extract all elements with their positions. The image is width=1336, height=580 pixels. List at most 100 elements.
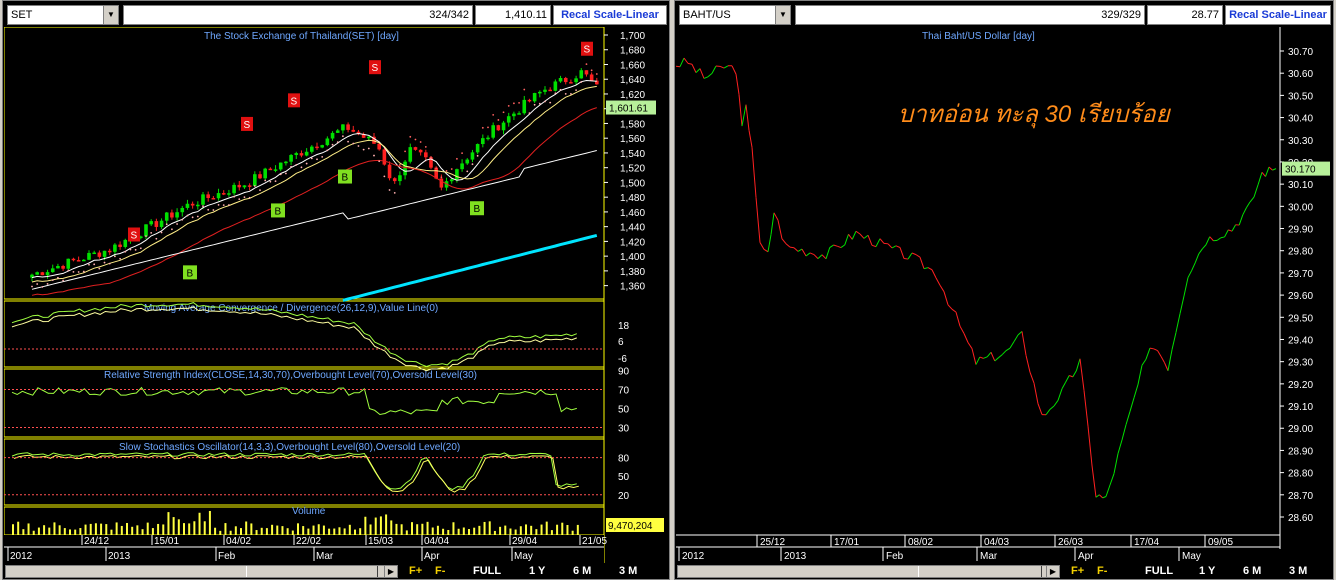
price-segment: [848, 233, 853, 240]
scrollbar-thumb[interactable]: [246, 566, 378, 577]
three-month-button[interactable]: 3 M: [619, 564, 637, 578]
volume-bar: [369, 524, 372, 535]
price-segment: [1121, 424, 1127, 441]
volume-bar: [405, 530, 408, 535]
volume-bar: [411, 522, 413, 535]
chevron-down-icon[interactable]: ▼: [103, 6, 118, 24]
y-tick-label: 1,540: [620, 149, 645, 160]
candle-body: [45, 272, 50, 276]
candle-body: [424, 152, 428, 158]
candle-body: [413, 147, 418, 150]
zoom-out-button[interactable]: F-: [1097, 564, 1107, 578]
candle-body: [455, 169, 459, 180]
full-button[interactable]: FULL: [1145, 564, 1173, 578]
one-year-button[interactable]: 1 Y: [529, 564, 545, 578]
price-segment: [679, 57, 685, 67]
candle-body: [299, 153, 304, 156]
sar-dot: [228, 204, 230, 206]
sar-dot: [72, 270, 75, 273]
symbol-select[interactable]: BAHT/US ▼: [679, 5, 791, 25]
volume-title: Volume: [292, 506, 326, 517]
chevron-down-icon[interactable]: ▼: [775, 6, 790, 24]
candle-body: [496, 125, 501, 131]
price-segment: [1001, 350, 1007, 355]
buy-signal-label: B: [342, 173, 349, 184]
candle-body: [589, 74, 594, 81]
sar-dot: [264, 179, 267, 182]
volume-bar: [22, 529, 25, 535]
volume-bar: [436, 525, 439, 535]
zoom-out-button[interactable]: F-: [435, 564, 445, 578]
zoom-in-button[interactable]: F+: [1071, 564, 1084, 578]
baht-chart-canvas[interactable]: Thai Baht/US Dollar [day] 30.70 30.60 30.50…: [676, 27, 1332, 565]
sar-dot: [357, 145, 360, 147]
volume-bar: [224, 523, 227, 535]
sar-dot: [570, 93, 572, 95]
price-segment: [911, 252, 917, 256]
scroll-right-icon[interactable]: ▶: [384, 565, 398, 578]
six-month-button[interactable]: 6 M: [573, 564, 591, 578]
six-month-button[interactable]: 6 M: [1243, 564, 1261, 578]
sar-dot: [202, 205, 204, 208]
sar-dot: [595, 73, 598, 75]
sar-dot: [134, 248, 137, 251]
sar-dot: [445, 169, 448, 172]
horizontal-scrollbar[interactable]: [5, 565, 385, 578]
price-segment: [759, 242, 765, 250]
recal-scale-button[interactable]: Recal Scale-Linear: [553, 5, 667, 25]
price-segment: [1272, 168, 1277, 171]
symbol-value: SET: [11, 9, 33, 21]
one-year-button[interactable]: 1 Y: [1199, 564, 1215, 578]
price-segment: [751, 147, 757, 198]
symbol-select[interactable]: SET ▼: [7, 5, 119, 25]
price-segment: [1171, 332, 1177, 350]
price-segment: [879, 238, 885, 244]
price-segment: [1202, 244, 1207, 250]
sar-dot: [559, 88, 562, 91]
candle-body: [486, 137, 490, 140]
volume-bar: [53, 522, 56, 535]
price-segment: [1265, 166, 1270, 177]
sar-dot: [88, 263, 90, 266]
candle-body: [170, 212, 174, 218]
volume-bar: [84, 524, 87, 535]
horizontal-scrollbar[interactable]: [677, 565, 1047, 578]
count-value: 324/342: [429, 9, 469, 21]
volume-bar: [79, 528, 82, 535]
y-tick-label: 1,440: [620, 223, 645, 234]
y-tick-label: 30.00: [1288, 202, 1313, 213]
ma-red-line: [31, 107, 597, 296]
scrollbar-thumb[interactable]: [918, 566, 1042, 577]
price-box: 28.77: [1147, 5, 1223, 25]
annotation-text: บาทอ่อน ทะลุ 30 เรียบร้อย: [898, 101, 1172, 129]
recal-scale-button[interactable]: Recal Scale-Linear: [1225, 5, 1331, 25]
price-segment: [1157, 350, 1162, 357]
candle-body: [470, 152, 475, 160]
candle-body: [320, 145, 324, 148]
candle-body: [76, 260, 81, 262]
volume-bar: [131, 526, 134, 535]
price-segment: [975, 356, 981, 365]
candle-body: [82, 259, 86, 262]
month-label: Feb: [218, 551, 236, 562]
sar-dot: [93, 263, 96, 266]
candle-body: [206, 194, 210, 199]
month-label: 2012: [10, 551, 33, 562]
price-segment: [797, 248, 803, 252]
candle-body: [465, 159, 470, 164]
zoom-in-button[interactable]: F+: [409, 564, 422, 578]
three-month-button[interactable]: 3 M: [1289, 564, 1307, 578]
candle-body: [475, 144, 480, 153]
sar-dot: [41, 286, 44, 288]
stochastic-d-line: [13, 454, 579, 493]
price-segment: [829, 244, 834, 248]
volume-bar: [69, 529, 71, 535]
candle-body: [164, 212, 169, 221]
ma-200-line: [342, 233, 598, 302]
volume-bar: [245, 521, 248, 535]
set-chart-canvas[interactable]: The Stock Exchange of Thailand(SET) [day…: [4, 27, 668, 565]
candle-body: [367, 136, 371, 139]
full-button[interactable]: FULL: [473, 564, 501, 578]
scroll-right-icon[interactable]: ▶: [1046, 565, 1060, 578]
price-segment: [781, 238, 787, 245]
